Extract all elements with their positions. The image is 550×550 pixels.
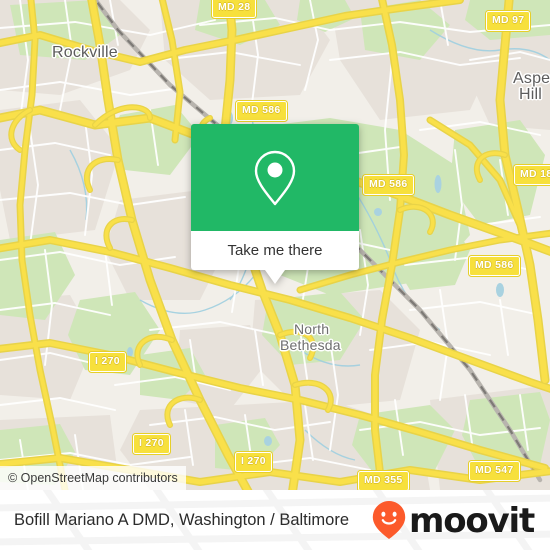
map-canvas[interactable]: Rockville Aspen Hill North Bethesda MD 2… <box>0 0 550 490</box>
highway-shield-md-586-north: MD 586 <box>235 100 288 122</box>
highway-shield-md-586-east: MD 586 <box>468 255 521 277</box>
take-me-there-button[interactable]: Take me there <box>191 231 359 270</box>
highway-shield-i-270-upper: I 270 <box>88 351 127 373</box>
highway-shield-md-355: MD 355 <box>357 470 410 490</box>
highway-shield-md-97: MD 97 <box>484 10 532 32</box>
highway-shield-md-28: MD 28 <box>210 0 258 19</box>
moovit-place-card: Rockville Aspen Hill North Bethesda MD 2… <box>0 0 550 550</box>
highway-shield-i-270-lower: I 270 <box>234 451 273 473</box>
map-pin-icon <box>254 150 296 205</box>
popup-image-panel <box>191 124 359 231</box>
moovit-brand[interactable]: moovit <box>371 500 535 541</box>
take-me-there-label: Take me there <box>227 242 323 259</box>
moovit-wordmark: moovit <box>408 501 535 541</box>
highway-shield-md-185: MD 185 <box>513 164 550 186</box>
highway-shield-md-547: MD 547 <box>468 460 521 482</box>
page-title: Bofill Mariano A DMD, Washington / Balti… <box>14 510 350 529</box>
footer-bar: Bofill Mariano A DMD, Washington / Balti… <box>0 490 550 550</box>
highway-shield-i-270-mid: I 270 <box>132 433 171 455</box>
place-popup-card[interactable]: Take me there <box>191 124 359 284</box>
map-attribution[interactable]: © OpenStreetMap contributors <box>0 466 186 490</box>
map-attribution-text: © OpenStreetMap contributors <box>8 471 178 485</box>
moovit-smiling-pin-icon <box>372 501 406 539</box>
popup-pointer-tail <box>265 270 285 284</box>
highway-shield-md-586-center: MD 586 <box>362 174 415 196</box>
